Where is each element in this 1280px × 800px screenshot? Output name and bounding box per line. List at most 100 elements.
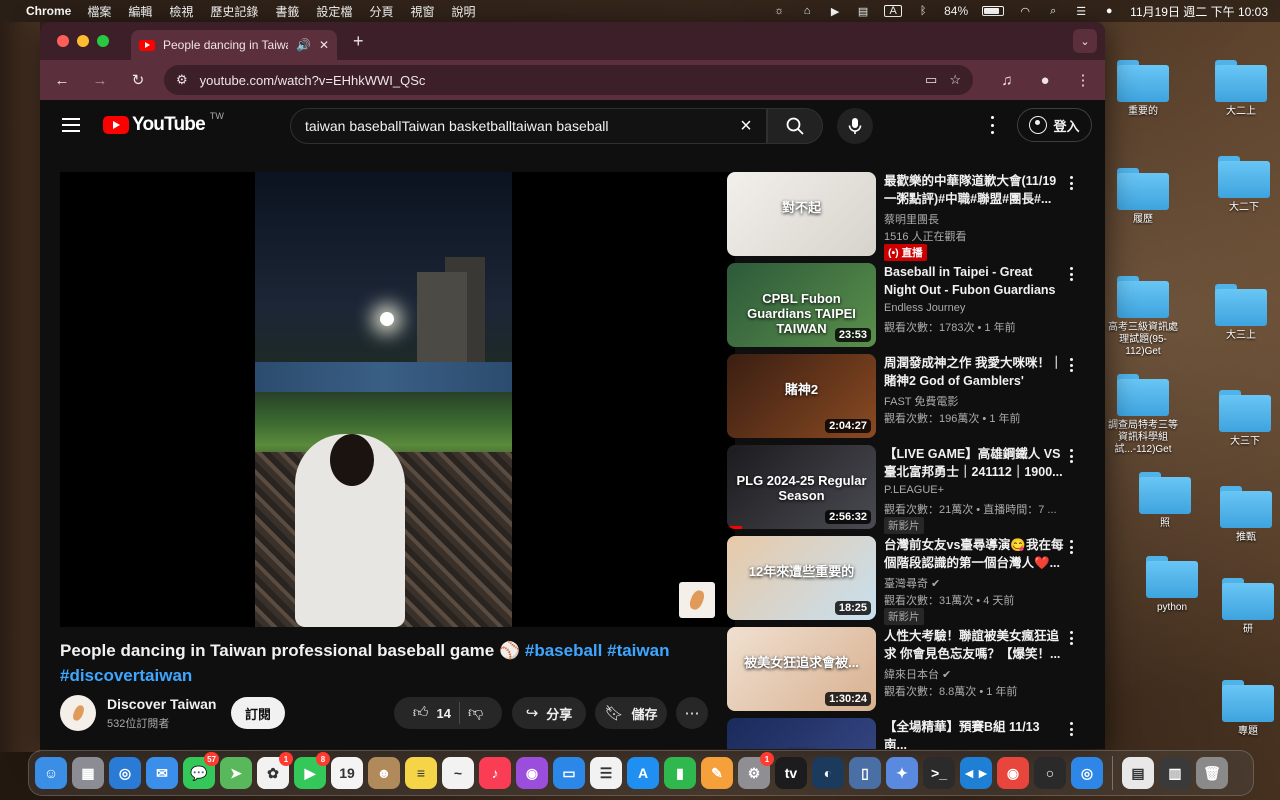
apple-tv-icon[interactable]: tv [775,757,807,789]
desktop-folder[interactable]: 專題 [1213,680,1280,738]
desktop-folder[interactable]: python [1137,556,1207,614]
siri-icon[interactable]: ● [1102,5,1116,17]
notes-icon[interactable]: ≡ [405,757,437,789]
safari-icon[interactable]: ◎ [109,757,141,789]
minimize-window-button[interactable] [77,35,89,47]
shortcut-icon[interactable]: ⌂ [800,5,814,17]
safari-blue-icon[interactable]: ◎ [1071,757,1103,789]
address-bar[interactable]: ⚙ youtube.com/watch?v=EHhkWWI_QSc ▭ ☆ [164,65,973,95]
recommendation-more-icon[interactable] [1067,176,1075,190]
recommendation-item[interactable]: 對不起 最歡樂的中華隊道歉大會(11/19一粥點評)#中職#聯盟#團長#... 蔡明… [727,172,1087,261]
menubar-app-name[interactable]: Chrome [26,4,71,18]
finder-icon[interactable]: ☺ [35,757,67,789]
bluetooth-icon[interactable]: ᛒ [916,5,930,17]
recommendation-channel[interactable]: 緯來日本台 ✔ [884,666,951,682]
chrome-menu-icon[interactable]: ⋮ [1071,71,1095,89]
guide-menu-icon[interactable] [62,118,80,132]
photos-icon[interactable]: ✿ 1 [257,752,293,789]
url-text[interactable]: youtube.com/watch?v=EHhkWWI_QSc [200,73,913,88]
recommendation-more-icon[interactable] [1067,722,1075,736]
desktop-folder[interactable]: 大二下 [1209,156,1279,214]
mail-icon[interactable]: ✉ [146,757,178,789]
desktop-folder[interactable]: 履歷 [1108,168,1178,226]
new-tab-button[interactable]: + [353,31,364,52]
hashtag-link[interactable]: #baseball [525,641,603,660]
messages-icon[interactable]: 💬 57 [183,752,219,789]
keynote-icon[interactable]: ▭ [553,757,585,789]
recommendation-thumbnail[interactable]: PLG 2024-25 Regular Season 2:56:32 [727,445,876,529]
recommendation-title[interactable]: 最歡樂的中華隊道歉大會(11/19一粥點評)#中職#聯盟#團長#... [884,172,1064,208]
recommendation-more-icon[interactable] [1067,631,1075,645]
like-thumb-icon[interactable]: 👍︎ [413,704,429,722]
maps-icon[interactable]: ➤ [220,757,252,789]
system-settings-icon[interactable]: ⚙ 1 [738,752,774,789]
spotlight-search-icon[interactable]: ⌕ [1046,5,1060,17]
recommendation-title[interactable]: Baseball in Taipei - Great Night Out - F… [884,263,1064,299]
desktop-folder[interactable]: 照 [1130,472,1200,530]
recommendation-thumbnail[interactable]: 12年來遭些重要的 18:25 [727,536,876,620]
calendar-icon[interactable]: 19 [331,757,363,789]
brightness-icon[interactable]: ☼ [772,5,786,17]
youtube-logo[interactable]: YouTube TW [103,111,224,136]
close-window-button[interactable] [57,35,69,47]
menu-edit[interactable]: 編輯 [128,3,152,20]
iphone-mirroring-icon[interactable]: ▯ [849,757,881,789]
menu-view[interactable]: 檢視 [169,3,193,20]
wifi-icon[interactable]: ◠ [1018,5,1032,18]
share-button[interactable]: ↪ 分享 [512,697,586,729]
recommendation-more-icon[interactable] [1067,358,1075,372]
subscribe-button[interactable]: 訂閱 [231,697,285,729]
recommendation-more-icon[interactable] [1067,540,1075,554]
launchpad-icon[interactable]: ▦ [72,757,104,789]
recommendation-title[interactable]: 台灣前女友vs臺尋導演😋我在每個階段認識的第一個台灣人❤️... [884,536,1064,572]
menu-help[interactable]: 說明 [451,3,475,20]
numbers-icon[interactable]: ▮ [664,757,696,789]
recommendation-title[interactable]: 人性大考驗！聯誼被美女瘋狂追求 你會見色忘友嗎？【爆笑！... [884,627,1064,663]
sign-in-button[interactable]: 登入 [1017,108,1092,142]
voice-search-button[interactable] [837,108,873,144]
search-input[interactable]: taiwan baseballTaiwan basketballtaiwan b… [290,108,767,144]
recommendation-channel[interactable]: 臺灣尋奇 ✔ [884,575,940,591]
back-arrow-icon[interactable]: ← [50,72,74,89]
dislike-thumb-icon[interactable]: 👎︎ [468,704,483,722]
recommendation-title[interactable]: 周潤發成神之作 我愛大咪咪！｜賭神2 God of Gamblers' Retu… [884,354,1064,390]
recommendation-title[interactable]: 【LIVE GAME】高雄鋼鐵人 VS 臺北富邦勇士｜241112｜1900..… [884,445,1064,481]
document-icon[interactable]: ▤ [1122,757,1154,789]
recommendation-channel[interactable]: 蔡明里團長 [884,211,939,227]
menu-tab[interactable]: 分頁 [369,3,393,20]
chrome-icon[interactable]: ◉ [997,757,1029,789]
channel-avatar[interactable] [60,695,96,731]
trash-icon[interactable]: 🗑 [1196,757,1228,789]
desktop-folder[interactable]: 重要的 [1108,60,1178,118]
recommendation-thumbnail[interactable]: 2024 [727,718,876,749]
settings-more-icon[interactable] [985,116,999,134]
recommendation-thumbnail[interactable]: 被美女狂追求會被... 1:30:24 [727,627,876,711]
input-source-icon[interactable]: A [884,5,903,17]
search-query[interactable]: taiwan baseballTaiwan basketballtaiwan b… [305,118,726,134]
pages-icon[interactable]: ✎ [701,757,733,789]
recommendation-item[interactable]: 被美女狂追求會被... 1:30:24 人性大考驗！聯誼被美女瘋狂追求 你會見色忘友… [727,627,1087,713]
recommendation-thumbnail[interactable]: CPBL Fubon Guardians TAIPEI TAIWAN 23:53 [727,263,876,347]
menu-history[interactable]: 歷史記錄 [210,3,258,20]
desktop-folder[interactable]: 大二上 [1206,60,1276,118]
recommendation-thumbnail[interactable]: 賭神2 2:04:27 [727,354,876,438]
vscode-icon[interactable]: ◄► [960,757,992,789]
recommendation-thumbnail[interactable]: 對不起 [727,172,876,256]
tab-search-chevron-icon[interactable]: ⌄ [1073,29,1097,53]
desktop-folder[interactable]: 大三上 [1206,284,1276,342]
contacts-icon[interactable]: ☻ [368,757,400,789]
recommendation-more-icon[interactable] [1067,449,1075,463]
video-player[interactable] [60,172,735,627]
forward-arrow-icon[interactable]: → [88,72,112,89]
recommendation-item[interactable]: CPBL Fubon Guardians TAIPEI TAIWAN 23:53 B… [727,263,1087,349]
channel-name[interactable]: Discover Taiwan [107,696,216,712]
app-store-icon[interactable]: A [627,757,659,789]
site-info-icon[interactable]: ⚙ [176,72,188,88]
facetime-icon[interactable]: ▶ 8 [294,752,330,789]
recommendation-title[interactable]: 【全場精華】預賽B組 11/13 南... [884,718,1064,749]
desktop-folder[interactable]: 推甄 [1211,486,1280,544]
like-count[interactable]: 14 [436,706,450,721]
desktop-folder[interactable]: 研 [1213,578,1280,636]
terminal-icon[interactable]: >_ [923,757,955,789]
bookmark-star-icon[interactable]: ☆ [949,72,961,88]
